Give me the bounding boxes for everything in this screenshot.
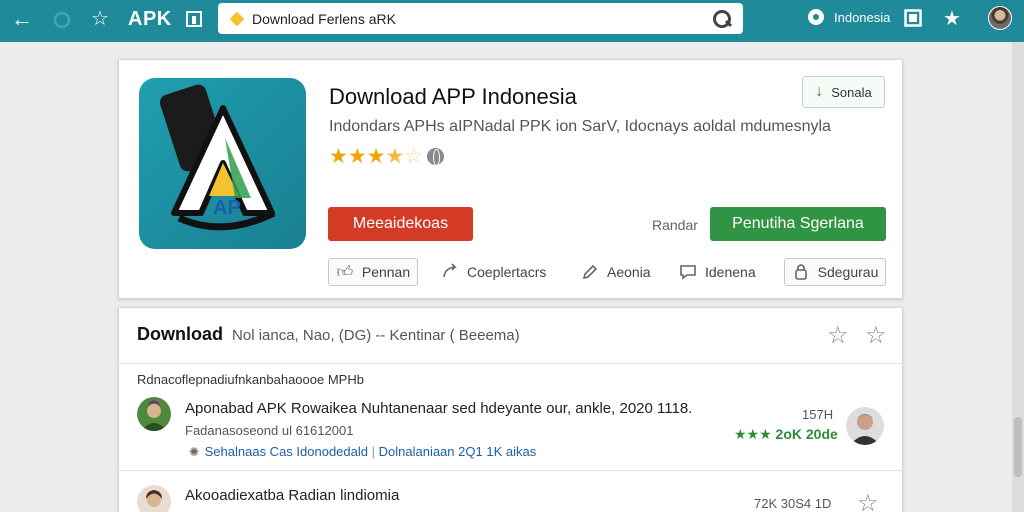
window-icon[interactable]: [904, 9, 922, 27]
item-size: 72K 30S4 1D: [754, 496, 832, 511]
share-icon: [441, 263, 459, 281]
download-list-card: Download Nol ianca, Nao, (DG) -- Kentina…: [118, 307, 904, 512]
primary-download-button[interactable]: Meeaidekoas: [328, 207, 473, 241]
secure-button[interactable]: Sdegurau: [784, 258, 886, 286]
url-text[interactable]: Download Ferlens aRK: [252, 11, 711, 27]
profile-avatar[interactable]: [988, 6, 1012, 30]
scrollbar-thumb[interactable]: [1014, 417, 1022, 477]
edit-button[interactable]: Aeonia: [581, 258, 651, 286]
search-icon[interactable]: [711, 8, 733, 30]
list-meta: Nol ianca, Nao, (DG) -- Kentinar ( Beeem…: [232, 327, 520, 344]
star-icon: ★: [347, 145, 367, 168]
favorite-star-icon[interactable]: ☆: [827, 321, 849, 350]
uploader-avatar[interactable]: [846, 407, 884, 445]
app-subtitle: Indondars APHs aIPNadal PPK ion SarV, Id…: [329, 118, 831, 135]
secure-label: Sdegurau: [817, 264, 879, 280]
like-label: Pennan: [361, 264, 411, 280]
install-button[interactable]: Penutiha Sgerlana: [710, 207, 886, 241]
reload-icon[interactable]: [52, 10, 72, 30]
item-link[interactable]: Idonodedald: [296, 444, 368, 459]
app-logo-icon: AP: [139, 78, 306, 249]
item-rating: ★★★ 2oK 20de: [734, 426, 838, 443]
item-title[interactable]: Akooadiexatba Radian lindiomia: [185, 487, 399, 504]
list-heading: Download Nol ianca, Nao, (DG) -- Kentina…: [137, 324, 520, 345]
download-arrow-icon: ↓: [815, 83, 824, 100]
link-icon: ✺: [188, 445, 200, 459]
rank-label: Randar: [652, 217, 698, 233]
empty-star-icon: ☆: [404, 145, 424, 168]
item-link[interactable]: Dolnalaniaan: [379, 444, 455, 459]
bookmark-star-icon[interactable]: ☆: [91, 9, 109, 29]
share-button[interactable]: Coeplertacrs: [441, 258, 546, 286]
divider: [119, 470, 904, 471]
region-label[interactable]: Indonesia: [834, 10, 890, 25]
rating-stars: ★★★★☆: [329, 144, 423, 169]
lock-icon: [792, 263, 810, 281]
bookmark-star-icon[interactable]: ☆: [857, 489, 879, 512]
edit-label: Aeonia: [607, 264, 651, 280]
comment-icon: [679, 263, 697, 281]
item-link[interactable]: 2Q1 1K aikas: [458, 444, 536, 459]
item-link[interactable]: Sehalnaas Cas: [205, 444, 293, 459]
save-button[interactable]: ↓ Sonala: [802, 76, 885, 108]
list-subheading: Rdnacoflepnadiufnkanbahaoooe MPHb: [137, 372, 364, 387]
divider: [119, 363, 904, 364]
site-icon: [229, 11, 245, 26]
globe-icon[interactable]: [427, 148, 444, 166]
star-icon: ★: [366, 145, 386, 168]
app-logo-lettering: AP: [213, 197, 241, 219]
back-arrow-icon[interactable]: ←: [11, 8, 33, 30]
location-pin-icon[interactable]: [806, 8, 826, 30]
apk-label[interactable]: APK: [128, 8, 172, 31]
item-avatar: [137, 397, 171, 431]
item-avatar: [137, 485, 171, 512]
tab-icon[interactable]: [185, 10, 203, 28]
browser-toolbar: ← ☆ APK Download Ferlens aRK Indonesia ★: [0, 0, 1024, 42]
share-label: Coeplertacrs: [467, 264, 547, 280]
app-title: Download APP Indonesia: [329, 84, 577, 109]
like-button[interactable]: 👍︎ Pennan: [328, 258, 418, 286]
favorites-star-icon[interactable]: ★: [943, 9, 961, 29]
save-button-label: Sonala: [831, 84, 872, 100]
item-title[interactable]: Aponabad APK Rowaikea Nuhtanenaar sed hd…: [185, 400, 692, 417]
edit-icon: [581, 263, 599, 281]
item-rating-value: 2oK 20de: [775, 426, 838, 442]
bookmark-star-icon[interactable]: ☆: [865, 321, 887, 350]
list-title: Download: [137, 324, 223, 344]
item-links: ✺ Sehalnaas Cas Idonodedald | Dolnalania…: [188, 444, 537, 459]
comment-button[interactable]: Idenena: [679, 258, 756, 286]
page-scrollbar[interactable]: [1012, 42, 1024, 512]
half-star-icon: ★: [385, 145, 405, 168]
star-icon: ★: [329, 145, 348, 168]
item-size: 157H: [802, 407, 834, 422]
app-info-card: AP Download APP Indonesia Indondars APHs…: [118, 59, 903, 299]
item-subtitle: Fadanasoseond ul 61612001: [185, 423, 354, 438]
star-icon: ★★★: [734, 426, 772, 442]
thumb-up-icon: 👍︎: [336, 263, 354, 281]
comment-label: Idenena: [705, 264, 756, 280]
address-bar[interactable]: Download Ferlens aRK: [218, 3, 743, 34]
